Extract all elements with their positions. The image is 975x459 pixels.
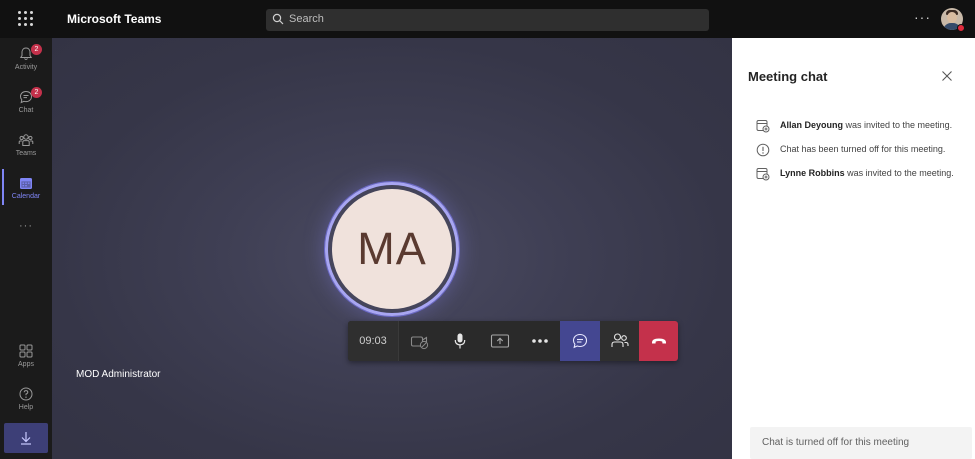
chat-toggle-button[interactable] [560, 321, 600, 361]
rail-item-calendar[interactable]: Calendar [0, 171, 52, 211]
teams-window: Microsoft Teams Search ··· 2 Activity 2 … [0, 0, 975, 459]
hang-up-icon [651, 338, 666, 344]
rail-item-chat[interactable]: 2 Chat [0, 85, 52, 125]
app-rail: 2 Activity 2 Chat Teams Calendar ··· App… [0, 38, 52, 459]
help-icon [19, 387, 33, 401]
app-title: Microsoft Teams [67, 12, 162, 26]
search-placeholder: Search [289, 13, 324, 25]
activity-badge: 2 [31, 44, 42, 55]
chat-disabled-notice: Chat is turned off for this meeting [750, 427, 972, 459]
search-icon [272, 13, 284, 25]
microphone-button[interactable] [440, 321, 480, 361]
event-text: was invited to the meeting. [843, 120, 953, 130]
meeting-stage: MA MOD Administrator 09:03 [52, 38, 732, 459]
rail-label-chat: Chat [18, 107, 34, 114]
person-add-icon [756, 168, 770, 181]
rail-label-help: Help [18, 404, 34, 411]
rail-more-icon[interactable]: ··· [0, 220, 52, 232]
participant-name: MOD Administrator [76, 369, 161, 380]
app-launcher-icon[interactable] [18, 11, 34, 27]
participant-avatar: MA [332, 189, 452, 309]
chat-disabled-text: Chat is turned off for this meeting [762, 437, 910, 448]
people-icon [610, 333, 629, 347]
calendar-icon [20, 178, 32, 189]
download-icon [21, 432, 31, 445]
rail-item-apps[interactable]: Apps [0, 339, 52, 379]
close-icon[interactable] [941, 69, 953, 81]
chat-badge: 2 [31, 87, 42, 98]
microphone-icon [454, 333, 466, 349]
call-timer: 09:03 [348, 321, 399, 361]
invitee-name: Lynne Robbins [780, 168, 845, 178]
chat-event-item: Lynne Robbins was invited to the meeting… [756, 166, 971, 182]
download-button[interactable] [4, 423, 48, 453]
camera-toggle-button[interactable] [400, 321, 440, 361]
camera-off-icon [410, 336, 429, 350]
rail-label-apps: Apps [18, 361, 34, 368]
chat-icon [572, 333, 588, 349]
info-icon [756, 143, 770, 157]
more-options-icon[interactable]: ··· [914, 9, 931, 25]
hang-up-button[interactable] [639, 321, 678, 361]
panel-title: Meeting chat [748, 69, 828, 84]
more-actions-button[interactable] [520, 321, 560, 361]
rail-label-teams: Teams [15, 150, 37, 157]
search-box[interactable]: Search [266, 9, 709, 31]
meeting-chat-panel: Meeting chat Allan Deyoung was invited t… [732, 38, 975, 459]
chat-event-item: Chat has been turned off for this meetin… [756, 142, 971, 158]
event-text: was invited to the meeting. [844, 168, 954, 178]
person-add-icon [756, 120, 770, 133]
share-screen-icon [490, 334, 510, 348]
event-text: Chat has been turned off for this meetin… [780, 144, 946, 154]
presence-status-icon [957, 24, 965, 32]
more-icon [532, 339, 548, 343]
rail-item-activity[interactable]: 2 Activity [0, 42, 52, 82]
top-bar: Microsoft Teams Search ··· [0, 0, 975, 38]
invitee-name: Allan Deyoung [780, 120, 844, 130]
rail-item-teams[interactable]: Teams [0, 128, 52, 168]
share-screen-button[interactable] [480, 321, 520, 361]
teams-icon [18, 134, 34, 146]
rail-label-calendar: Calendar [11, 193, 41, 200]
participants-button[interactable] [600, 321, 639, 361]
call-controls: 09:03 [348, 321, 678, 361]
rail-label-activity: Activity [14, 64, 38, 71]
chat-event-item: Allan Deyoung was invited to the meeting… [756, 118, 971, 134]
rail-item-help[interactable]: Help [0, 382, 52, 422]
apps-icon [19, 344, 33, 358]
